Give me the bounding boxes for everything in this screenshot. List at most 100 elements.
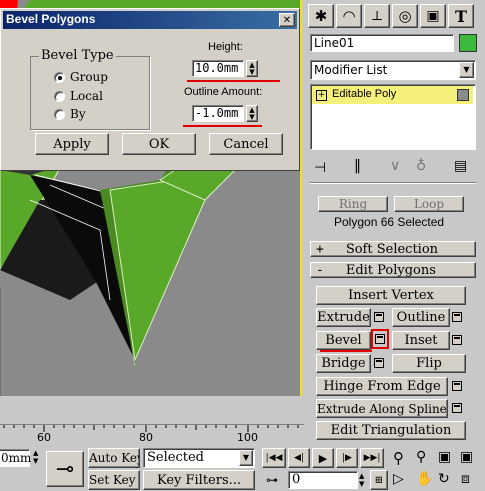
- set-key-button[interactable]: Set Key: [88, 470, 140, 490]
- bridge-button[interactable]: Bridge: [316, 354, 371, 373]
- bottom-toolbar: 0mm ▲ ▼ ⊸ Auto Key Set Key Selected ▼ Key…: [0, 446, 485, 491]
- modify-tab-icon[interactable]: ◠: [336, 4, 362, 28]
- zoom-icon[interactable]: ⚲: [393, 449, 404, 467]
- panel-divider: [310, 182, 476, 184]
- go-to-end-icon[interactable]: ▶▶|: [360, 448, 384, 468]
- modifier-stack: + Editable Poly: [310, 84, 476, 150]
- object-name: Line01: [314, 36, 355, 50]
- hinge-settings-icon[interactable]: [452, 381, 462, 391]
- time-ruler[interactable]: 60 80 100: [0, 424, 304, 447]
- insert-vertex-button[interactable]: Insert Vertex: [316, 286, 466, 305]
- make-unique-icon[interactable]: ∨: [390, 158, 400, 174]
- ring-button[interactable]: Ring: [318, 196, 388, 212]
- utilities-tab-icon[interactable]: T: [448, 4, 474, 28]
- object-color-swatch[interactable]: [459, 34, 477, 52]
- hinge-from-edge-button[interactable]: Hinge From Edge: [316, 377, 448, 396]
- tick-label-100: 100: [237, 431, 258, 444]
- create-tab-icon[interactable]: ✱: [308, 4, 334, 28]
- zoom-all-icon[interactable]: ⚲: [416, 449, 426, 465]
- next-frame-icon[interactable]: |▶: [336, 448, 358, 468]
- flip-button[interactable]: Flip: [392, 354, 466, 373]
- cancel-button[interactable]: Cancel: [209, 133, 283, 155]
- outline-value: -1.0mm: [195, 106, 239, 120]
- key-mode-icon[interactable]: ⊸: [46, 451, 84, 487]
- show-end-result-icon[interactable]: ‖: [354, 158, 361, 174]
- remove-modifier-icon[interactable]: ♁: [416, 158, 426, 174]
- pin-stack-icon[interactable]: ⊣: [314, 160, 326, 176]
- radio-local-circle[interactable]: [54, 91, 65, 102]
- bevel-type-label: Bevel Type: [39, 48, 116, 63]
- outline-button[interactable]: Outline: [392, 308, 450, 327]
- configure-sets-icon[interactable]: ▤: [454, 158, 467, 174]
- key-mode-toggle-icon[interactable]: ⊶: [266, 473, 278, 487]
- coordinate-field[interactable]: 0mm: [0, 449, 31, 467]
- object-name-field[interactable]: Line01: [310, 34, 454, 52]
- zoom-extents-all-icon[interactable]: ▣: [460, 449, 473, 465]
- height-underline: [187, 80, 280, 82]
- outline-field[interactable]: -1.0mm: [192, 105, 244, 122]
- edit-polygons-label: Edit Polygons: [345, 262, 436, 278]
- edit-polygons-rollout[interactable]: - Edit Polygons: [310, 262, 476, 278]
- bevel-button[interactable]: Bevel: [316, 331, 371, 350]
- previous-frame-icon[interactable]: ◀|: [288, 448, 310, 468]
- soft-selection-label: Soft Selection: [345, 241, 439, 257]
- outline-underline: [183, 125, 262, 127]
- hierarchy-tab-icon[interactable]: ⊥: [364, 4, 390, 28]
- go-to-start-icon[interactable]: |◀◀: [262, 448, 286, 468]
- selection-set-value: Selected: [147, 450, 204, 465]
- close-icon[interactable]: ✕: [279, 13, 295, 27]
- inset-button[interactable]: Inset: [392, 331, 450, 350]
- selection-status: Polygon 66 Selected: [334, 215, 445, 229]
- orbit-icon[interactable]: ↻: [438, 471, 450, 487]
- extrude-spline-settings-icon[interactable]: [452, 403, 462, 413]
- modifier-list-dropdown[interactable]: Modifier List ▼: [310, 60, 476, 80]
- bevel-settings-icon[interactable]: [375, 334, 385, 344]
- outline-settings-icon[interactable]: [452, 312, 462, 322]
- coordinate-spinner[interactable]: ▲ ▼: [33, 449, 43, 467]
- motion-tab-icon[interactable]: ◎: [392, 4, 418, 28]
- pan-icon[interactable]: ✋: [416, 471, 433, 487]
- inset-settings-icon[interactable]: [452, 335, 462, 345]
- soft-selection-sign: +: [316, 241, 324, 257]
- key-filters-button[interactable]: Key Filters...: [143, 470, 255, 490]
- play-icon[interactable]: ▶: [312, 448, 334, 468]
- selection-chevron-down-icon[interactable]: ▼: [239, 450, 253, 466]
- current-frame-field[interactable]: 0: [288, 471, 358, 489]
- extrude-along-spline-button[interactable]: Extrude Along Spline: [316, 399, 448, 418]
- maximize-viewport-icon[interactable]: ⧈: [461, 471, 470, 487]
- frame-spinner[interactable]: ▲ ▼: [359, 472, 369, 490]
- radio-group-circle[interactable]: [54, 72, 65, 83]
- height-field[interactable]: 10.0mm: [192, 60, 244, 77]
- expand-icon[interactable]: +: [316, 90, 327, 101]
- stack-item-toggle[interactable]: [457, 89, 469, 101]
- chevron-down-icon[interactable]: ▼: [459, 62, 474, 78]
- field-of-view-icon[interactable]: ▷: [393, 471, 404, 487]
- extrude-settings-icon[interactable]: [374, 312, 384, 322]
- stack-item-editable-poly[interactable]: + Editable Poly: [312, 86, 473, 104]
- height-label: Height:: [208, 41, 243, 53]
- display-tab-icon[interactable]: ▣: [420, 4, 446, 28]
- time-config-icon[interactable]: ⊞: [370, 470, 388, 490]
- zoom-extents-icon[interactable]: ▣: [438, 449, 451, 465]
- dialog-title: Bevel Polygons: [6, 12, 96, 26]
- bridge-settings-icon[interactable]: [374, 358, 384, 368]
- auto-key-button[interactable]: Auto Key: [88, 448, 140, 468]
- apply-button[interactable]: Apply: [35, 133, 109, 155]
- height-spinner[interactable]: ▲ ▼: [246, 60, 258, 77]
- tick-label-60: 60: [37, 431, 51, 444]
- extrude-button[interactable]: Extrude: [316, 308, 371, 327]
- edit-triangulation-button[interactable]: Edit Triangulation: [316, 421, 466, 440]
- radio-group-label: Group: [70, 70, 108, 84]
- ok-button[interactable]: OK: [122, 133, 196, 155]
- current-frame-value: 0: [292, 472, 301, 487]
- outline-label: Outline Amount:: [184, 86, 263, 98]
- radio-by-circle[interactable]: [54, 109, 65, 120]
- soft-selection-rollout[interactable]: + Soft Selection: [310, 241, 476, 257]
- bevel-polygons-dialog: Bevel Polygons ✕ Bevel Type Group Local …: [0, 8, 300, 171]
- dialog-title-bar[interactable]: Bevel Polygons ✕: [3, 11, 297, 29]
- stack-item-label: Editable Poly: [332, 88, 397, 100]
- loop-button[interactable]: Loop: [394, 196, 464, 212]
- height-value: 10.0mm: [195, 61, 239, 75]
- selection-set-dropdown[interactable]: Selected ▼: [143, 448, 255, 468]
- outline-spinner[interactable]: ▲ ▼: [246, 105, 258, 122]
